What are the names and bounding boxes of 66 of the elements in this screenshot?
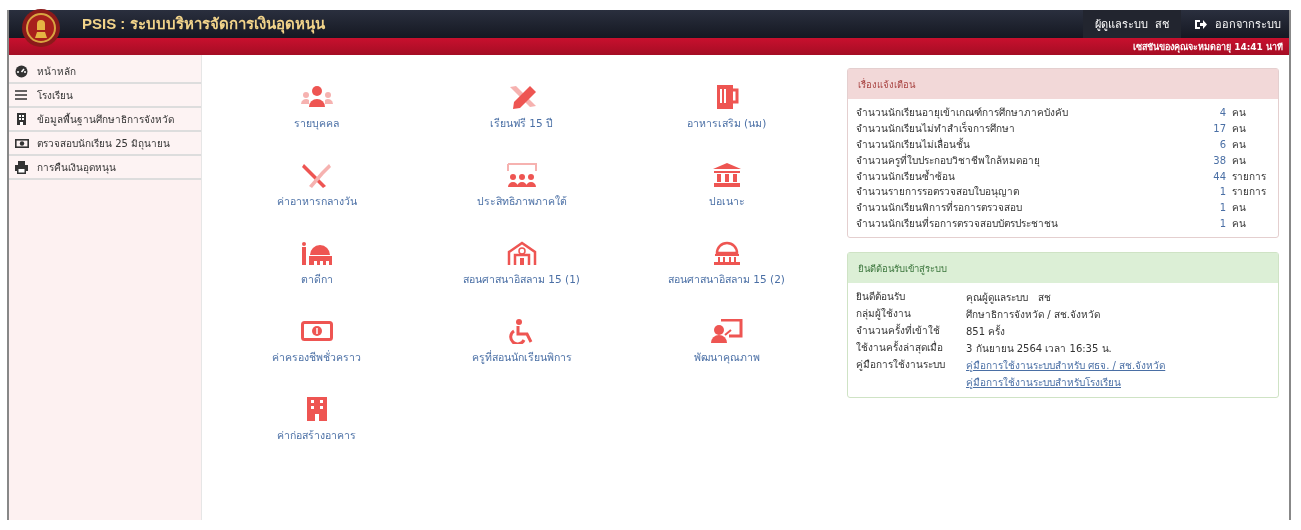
alert-count: 17 bbox=[1212, 123, 1227, 135]
presenter-icon bbox=[710, 319, 743, 344]
alert-unit: คน bbox=[1232, 138, 1247, 152]
alert-label: จำนวนนักเรียนไม่เลื่อนชั้น bbox=[856, 137, 971, 152]
menu-tile[interactable]: รายบุคคล bbox=[214, 85, 419, 163]
school-icon bbox=[505, 241, 538, 266]
alert-unit: รายการ bbox=[1232, 169, 1267, 184]
gauge-icon bbox=[15, 64, 29, 78]
menu-tile[interactable]: ครูที่สอนนักเรียนพิการ bbox=[419, 319, 624, 397]
alert-label: จำนวนนักเรียนซ้ำซ้อน bbox=[856, 168, 956, 184]
alert-count: 1 bbox=[1218, 186, 1227, 198]
logout-icon bbox=[1195, 18, 1207, 30]
info-value: 851 ครั้ง bbox=[966, 323, 1006, 340]
alert-label: จำนวนครูที่ใบประกอบวิชาชีพใกล้หมดอายุ bbox=[856, 152, 1041, 168]
mosque-icon bbox=[300, 241, 333, 266]
audience-icon bbox=[505, 163, 538, 188]
alert-label: จำนวนนักเรียนไม่ทำสำเร็จการศึกษา bbox=[856, 121, 1016, 137]
alert-count: 1 bbox=[1218, 202, 1227, 214]
menu-icon bbox=[15, 88, 29, 102]
alert-unit: คน bbox=[1232, 122, 1247, 137]
menu-tile[interactable]: พัฒนาคุณภาพ bbox=[624, 319, 829, 397]
info-label: จำนวนครั้งที่เข้าใช้ bbox=[856, 323, 941, 339]
manual-link[interactable]: คู่มือการใช้งานระบบสำหรับ ศธจ. / สช.จังหวัด bbox=[966, 357, 1166, 375]
menu-tile[interactable]: เรียนฟรี 15 ปี bbox=[419, 85, 624, 163]
menu-tile[interactable]: อาหารเสริม (นม) bbox=[624, 85, 829, 163]
menu-tile[interactable]: ค่าครองชีพชั่วคราว bbox=[214, 319, 419, 397]
alert-unit: คน bbox=[1232, 106, 1247, 121]
user-name: ผู้ดูแลระบบ สช bbox=[1083, 10, 1181, 38]
alert-unit: คน bbox=[1232, 216, 1247, 231]
menu-tile[interactable]: ประสิทธิภาพภาคใต้ bbox=[419, 163, 624, 241]
building-icon bbox=[15, 112, 29, 126]
info-label: คู่มือการใช้งานระบบ bbox=[856, 358, 946, 373]
alert-count: 38 bbox=[1212, 154, 1227, 166]
alert-count: 1 bbox=[1218, 217, 1227, 229]
banknote-icon bbox=[300, 319, 333, 344]
printer-icon bbox=[15, 160, 29, 174]
info-label: ใช้งานครั้งล่าสุดเมื่อ bbox=[856, 340, 944, 356]
info-value: คุณผู้ดูแลระบบ สช bbox=[966, 291, 1051, 306]
menu-tile[interactable]: ปอเนาะ bbox=[624, 163, 829, 241]
alert-label: จำนวนรายการรอตรวจสอบใบอนุญาต bbox=[856, 185, 1020, 200]
menu-tile[interactable]: ค่าก่อสร้างอาคาร bbox=[214, 397, 419, 475]
menu-tile[interactable]: ค่าอาหารกลางวัน bbox=[214, 163, 419, 241]
info-value: 3 กันยายน 2564 เวลา 16:35 น. bbox=[966, 342, 1112, 357]
menu-tile[interactable]: สอนศาสนาอิสลาม 15 (2) bbox=[624, 241, 829, 319]
panel-header: ยินดีต้อนรับเข้าสู่ระบบ bbox=[848, 253, 1278, 284]
menu-tile[interactable]: ตาดีกา bbox=[214, 241, 419, 319]
panel-header: เรื่องแจ้งเตือน bbox=[848, 69, 1278, 99]
alert-unit: คน bbox=[1232, 201, 1247, 216]
banknote-icon bbox=[15, 136, 29, 150]
alert-unit: รายการ bbox=[1232, 185, 1267, 200]
app-title: PSIS : ระบบบริหารจัดการเงินอุดหนุน bbox=[82, 14, 325, 36]
info-label: กลุ่มผู้ใช้งาน bbox=[856, 307, 912, 322]
alert-label: จำนวนนักเรียนพิการที่รอการตรวจสอบ bbox=[856, 200, 1023, 216]
info-value: ศึกษาธิการจังหวัด / สช.จังหวัด bbox=[966, 308, 1100, 323]
alert-unit: คน bbox=[1232, 153, 1247, 168]
people-icon bbox=[300, 85, 333, 110]
logout-button[interactable]: ออกจากระบบ bbox=[1181, 10, 1289, 38]
menu-tile[interactable]: สอนศาสนาอิสลาม 15 (1) bbox=[419, 241, 624, 319]
session-notice: เซสชันของคุณจะหมดอายุ 14:41 นาที bbox=[1133, 40, 1284, 54]
alert-label: จำนวนนักเรียนอายุเข้าเกณฑ์การศึกษาภาคบังคับ bbox=[856, 106, 1069, 121]
alert-label: จำนวนนักเรียนที่รอการตรวจสอบบัตรประชาชน bbox=[856, 215, 1059, 231]
alert-count: 44 bbox=[1212, 170, 1227, 182]
alert-count: 6 bbox=[1218, 139, 1227, 150]
manual-link[interactable]: คู่มือการใช้งานระบบสำหรับโรงเรียน bbox=[966, 374, 1166, 392]
alert-count: 4 bbox=[1218, 107, 1227, 119]
info-label: ยินดีต้อนรับ bbox=[856, 290, 906, 305]
